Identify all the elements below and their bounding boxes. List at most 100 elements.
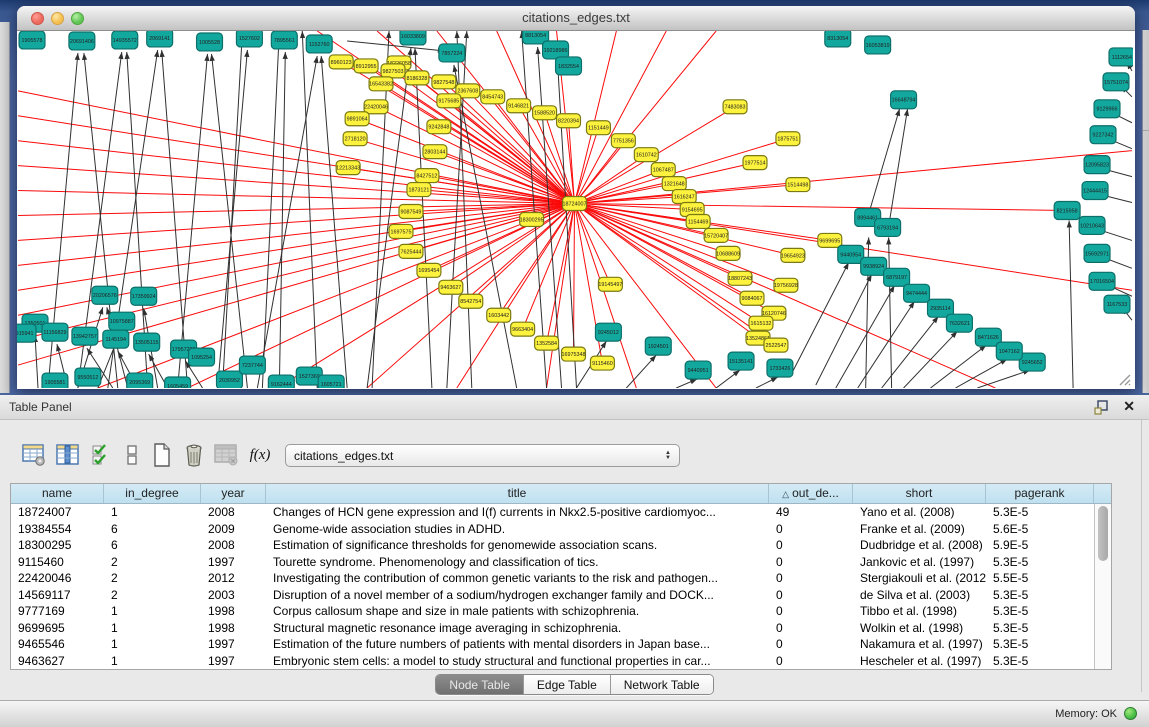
graph-node[interactable]: 9699695: [818, 233, 842, 247]
graph-node[interactable]: 8454743: [481, 90, 505, 104]
select-columns-icon[interactable]: [54, 441, 82, 469]
graph-node[interactable]: 9463627: [439, 280, 463, 294]
graph-node[interactable]: 15751074: [1103, 73, 1129, 91]
graph-node[interactable]: 9175685: [437, 94, 461, 108]
graph-node[interactable]: 9245652: [1019, 353, 1045, 371]
graph-node[interactable]: 16033809: [400, 31, 426, 45]
graph-node[interactable]: 1977514: [743, 156, 767, 170]
graph-node[interactable]: 1616247: [672, 190, 696, 204]
graph-node[interactable]: 15720407: [704, 228, 728, 242]
graph-node[interactable]: 9227342: [1090, 126, 1116, 144]
graph-node[interactable]: 8427512: [415, 169, 439, 183]
graph-node[interactable]: 1905581: [42, 373, 68, 388]
graph-node[interactable]: 19756928: [774, 278, 798, 292]
float-panel-icon[interactable]: [1094, 400, 1109, 415]
graph-node[interactable]: 1047162: [996, 342, 1022, 360]
graph-node[interactable]: 1610742: [634, 148, 658, 162]
delete-table-icon[interactable]: [212, 441, 240, 469]
graph-node[interactable]: 2095369: [127, 373, 153, 388]
graph-node[interactable]: 15135141: [728, 352, 754, 370]
graph-node[interactable]: 1352584: [535, 336, 559, 350]
graph-node[interactable]: 9245012: [595, 323, 621, 341]
graph-node[interactable]: 9550512: [75, 368, 101, 386]
graph-node[interactable]: 6879197: [884, 268, 910, 286]
graph-node[interactable]: 2522547: [764, 338, 788, 352]
graph-node[interactable]: 1605721: [318, 375, 344, 388]
column-header-pagerank[interactable]: pagerank: [986, 484, 1094, 503]
table-settings-icon[interactable]: [20, 441, 48, 469]
graph-node[interactable]: 1875751: [776, 132, 800, 146]
vertical-scrollbar[interactable]: [1094, 504, 1111, 669]
graph-node[interactable]: 13505115: [134, 333, 160, 351]
graph-node[interactable]: 9162444: [268, 375, 294, 388]
table-row[interactable]: 1830029562008Estimation of significance …: [11, 537, 1094, 554]
graph-node[interactable]: 8542754: [459, 294, 483, 308]
graph-node[interactable]: 9827503: [381, 64, 405, 78]
network-window-titlebar[interactable]: citations_edges.txt: [17, 6, 1135, 31]
column-header-out_de[interactable]: △out_de...: [769, 484, 853, 503]
graph-node[interactable]: 16975348: [562, 347, 586, 361]
graph-node[interactable]: 12444415: [1082, 182, 1108, 200]
graph-node[interactable]: 1321648: [662, 177, 686, 191]
graph-node[interactable]: 9938924: [861, 257, 887, 275]
graph-node[interactable]: 8960123: [329, 55, 353, 69]
graph-node[interactable]: 1697575: [389, 224, 413, 238]
graph-node[interactable]: 7751356: [611, 134, 635, 148]
column-header-year[interactable]: year: [201, 484, 266, 503]
graph-node[interactable]: 8220394: [557, 114, 581, 128]
graph-node[interactable]: 1151449: [586, 121, 610, 135]
graph-node[interactable]: 1527602: [236, 31, 262, 47]
function-builder-icon[interactable]: f(x): [246, 441, 274, 469]
graph-node[interactable]: 16648794: [891, 91, 917, 109]
graph-node[interactable]: 3915941: [17, 324, 36, 342]
graph-node[interactable]: 11156829: [42, 323, 68, 341]
column-header-short[interactable]: short: [853, 484, 986, 503]
table-row[interactable]: 1456911722003Disruption of a novel membe…: [11, 587, 1094, 604]
graph-node[interactable]: 1695454: [417, 263, 441, 277]
new-column-icon[interactable]: [148, 441, 176, 469]
close-panel-icon[interactable]: ✕: [1123, 398, 1135, 415]
graph-node[interactable]: 9084067: [740, 291, 764, 305]
show-all-columns-icon[interactable]: [88, 441, 116, 469]
graph-node[interactable]: 10210643: [1079, 216, 1105, 234]
table-row[interactable]: 977716911998Corpus callosum shape and si…: [11, 603, 1094, 620]
graph-node[interactable]: 2803144: [423, 145, 447, 159]
graph-node[interactable]: 19654923: [781, 248, 805, 262]
graph-node[interactable]: 13942757: [72, 327, 98, 345]
graph-node[interactable]: 1067487: [651, 163, 675, 177]
scrollbar-thumb[interactable]: [1098, 506, 1108, 561]
graph-node[interactable]: 10975887: [109, 312, 135, 330]
graph-node[interactable]: 1005528: [197, 33, 223, 51]
graph-node[interactable]: 19145497: [598, 277, 622, 291]
graph-node[interactable]: 6793194: [875, 218, 901, 236]
graph-node[interactable]: 8215958: [1054, 202, 1080, 220]
graph-node[interactable]: 22420046: [364, 100, 388, 114]
right-panel-edge[interactable]: [1142, 30, 1149, 393]
graph-node[interactable]: 16053819: [865, 36, 891, 54]
resize-grip-icon[interactable]: [1117, 372, 1131, 386]
graph-node[interactable]: 10688609: [716, 246, 740, 260]
graph-node[interactable]: 17359924: [131, 287, 157, 305]
graph-node[interactable]: 1112654: [1109, 48, 1133, 66]
table-row[interactable]: 1938455462009Genome-wide association stu…: [11, 521, 1094, 538]
graph-node[interactable]: 9827548: [432, 75, 456, 89]
tab-node-table[interactable]: Node Table: [436, 675, 524, 694]
graph-node[interactable]: 17016504: [1089, 272, 1115, 290]
table-row[interactable]: 946554611997Estimation of the future num…: [11, 636, 1094, 653]
table-selector-dropdown[interactable]: citations_edges.txt ▲▼: [285, 444, 680, 467]
graph-node[interactable]: 2069141: [147, 31, 173, 47]
graph-node[interactable]: 18300295: [520, 212, 544, 226]
graph-node[interactable]: 1905578: [19, 31, 45, 49]
graph-node[interactable]: 1154469: [686, 214, 710, 228]
graph-node[interactable]: 9440951: [685, 361, 711, 379]
left-panel-edge[interactable]: [0, 22, 10, 393]
graph-node[interactable]: 1615132: [749, 316, 773, 330]
graph-node[interactable]: 7237744: [239, 356, 265, 374]
graph-node[interactable]: 1514498: [786, 178, 810, 192]
graph-node[interactable]: 1145194: [103, 330, 129, 348]
graph-node[interactable]: 8912955: [354, 59, 378, 73]
delete-column-icon[interactable]: [180, 441, 208, 469]
table-row[interactable]: 946362711997Embryonic stem cells: a mode…: [11, 653, 1094, 670]
graph-node[interactable]: 9474444: [904, 284, 930, 302]
graph-node[interactable]: 18807243: [728, 271, 752, 285]
